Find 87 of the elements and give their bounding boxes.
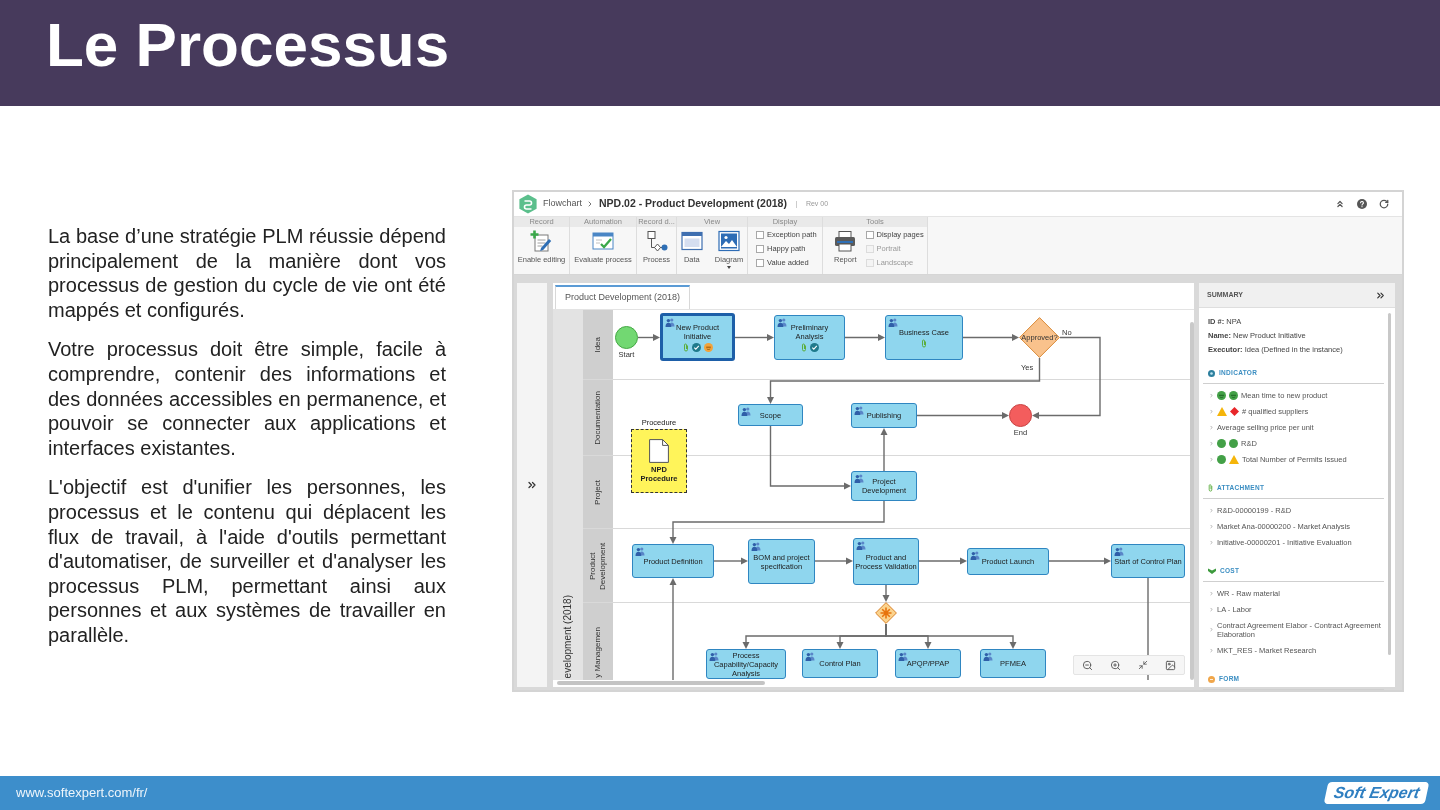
chevron-icon[interactable] <box>1209 440 1214 446</box>
chevron-icon[interactable] <box>1209 392 1214 398</box>
connector-arrow <box>880 428 888 472</box>
window-check-icon <box>592 230 614 252</box>
chevron-icon <box>586 200 594 208</box>
people-icon <box>635 547 645 556</box>
chevron-icon[interactable] <box>1209 456 1214 462</box>
refresh-icon[interactable] <box>1379 199 1389 209</box>
smiley-icon <box>703 342 713 352</box>
chevron-icon[interactable] <box>1209 627 1214 632</box>
ring-icon <box>1208 369 1215 377</box>
picture-icon <box>718 230 740 252</box>
body-paragraph: Votre processus doit être simple, facile à comprendre, contenir des informations et des données accessibles en permanence, et pouvoir se connecter aux applications et interfaces existantes. <box>48 337 446 461</box>
people-icon <box>741 407 751 416</box>
lane-label: Idea <box>593 336 603 353</box>
document-icon <box>649 439 669 463</box>
people-icon <box>709 652 719 661</box>
scrollbar[interactable] <box>1190 322 1194 680</box>
paperclip-icon <box>800 343 807 352</box>
connector-arrow <box>882 584 890 602</box>
parallel-gateway-icon[interactable] <box>875 602 897 624</box>
people-icon <box>898 652 908 661</box>
window-icon <box>680 230 703 252</box>
chevron-icon[interactable] <box>1209 647 1214 653</box>
brand-logo: Soft Expert <box>1323 782 1430 804</box>
body-paragraph: La base d’une stratégie PLM réussie dépend principalement de la manière dont vos processus de gestion du cycle de vie ont été mappés et configurés. <box>48 224 446 323</box>
checkbox[interactable] <box>865 231 874 239</box>
image-icon[interactable] <box>1164 659 1176 671</box>
double-chevron-icon <box>526 479 538 491</box>
chevron-icon[interactable] <box>1209 539 1214 545</box>
module-link[interactable]: Flowchart <box>543 197 582 211</box>
page-title: Le Processus <box>46 14 450 76</box>
scrollbar[interactable] <box>1388 313 1391 655</box>
checkbox[interactable] <box>756 245 764 253</box>
zoom-out-icon[interactable] <box>1082 659 1094 671</box>
checkbox[interactable] <box>756 259 764 267</box>
connector-arrow <box>918 557 967 565</box>
people-icon <box>888 318 898 327</box>
connector-arrow <box>1048 557 1111 565</box>
lane-label: Documentation <box>593 390 603 445</box>
connector-arrow <box>844 334 885 341</box>
paperclip-icon <box>682 342 689 352</box>
chevron-down-icon <box>1208 568 1216 574</box>
chevron-icon[interactable] <box>1209 507 1214 513</box>
expand-panel-button[interactable] <box>517 283 547 687</box>
notepad-pencil-icon <box>530 230 553 252</box>
help-icon[interactable] <box>1357 199 1367 209</box>
check-circle-icon <box>691 342 701 352</box>
flowchart-icon <box>645 230 668 252</box>
scrollbar[interactable] <box>557 681 765 685</box>
people-icon <box>854 406 864 415</box>
zoom-in-icon[interactable] <box>1110 659 1122 671</box>
chevron-icon[interactable] <box>1209 606 1214 612</box>
people-icon <box>1114 547 1124 556</box>
chevron-icon[interactable] <box>1209 408 1214 414</box>
collapse-icon[interactable] <box>1335 199 1345 209</box>
people-icon <box>777 318 787 327</box>
paperclip-icon <box>921 338 927 348</box>
check-circle-icon <box>809 343 819 352</box>
chevron-icon[interactable] <box>1209 424 1214 430</box>
connector-arrow <box>734 334 774 341</box>
connector-arrow <box>962 334 1019 341</box>
checkbox[interactable] <box>756 231 764 239</box>
connector-arrow <box>713 557 748 565</box>
chevron-icon[interactable] <box>1209 590 1214 596</box>
document-title: NPD.02 - Product Development (2018) <box>599 196 787 212</box>
connector-arrow <box>814 557 853 565</box>
lane-label: y Managemen <box>593 627 603 678</box>
paperclip-icon <box>1208 484 1213 492</box>
people-icon <box>854 474 864 483</box>
people-icon <box>665 318 675 327</box>
people-icon <box>983 652 993 661</box>
chevron-icon[interactable] <box>1209 523 1214 529</box>
start-event[interactable] <box>615 326 638 349</box>
people-icon <box>970 551 980 560</box>
people-icon <box>856 541 866 550</box>
minus-circle-icon <box>1208 675 1215 683</box>
shrink-icon[interactable] <box>1137 660 1148 670</box>
people-icon <box>751 542 761 551</box>
people-icon <box>805 652 815 661</box>
lane-label: Product Development <box>588 540 608 592</box>
pool-label: evelopment (2018) <box>562 594 574 678</box>
lane-label: Project <box>593 479 603 505</box>
tab[interactable]: Product Development (2018) <box>555 285 691 309</box>
body-paragraph: L'objectif est d'unifier les personnes, les processus et le contenu qui déplacent les flux de travail, à l'aide d'outils permettant d'automatiser, de surveiller et d'analyser les processus PLM, permettant ainsi aux personnes et aux systèmes de travailler en parallèle. <box>48 475 446 648</box>
printer-icon <box>834 230 857 252</box>
end-event[interactable] <box>1009 404 1032 427</box>
